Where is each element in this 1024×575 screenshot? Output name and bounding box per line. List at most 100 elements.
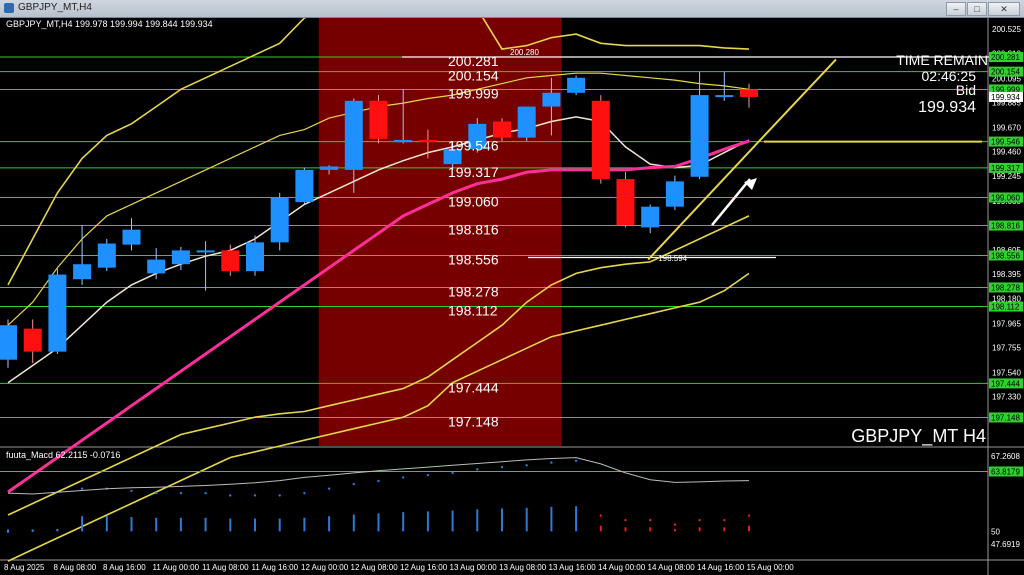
- bear-candle: [740, 89, 758, 97]
- time-tick-label: 12 Aug 08:00: [351, 563, 399, 572]
- bear-candle: [616, 179, 635, 226]
- macd-tick-label: 50: [991, 527, 1000, 536]
- macd-signal-dot: [56, 528, 59, 532]
- bull-candle: [567, 77, 586, 93]
- macd-signal-dot: [698, 518, 701, 522]
- level-label: 198.556: [448, 251, 499, 267]
- macd-tick-label: 47.6919: [991, 540, 1020, 549]
- time-tick-label: 13 Aug 16:00: [549, 563, 597, 572]
- level-price-tag-text: 198.816: [991, 222, 1020, 231]
- time-tick-label: 11 Aug 08:00: [202, 563, 249, 572]
- price-tick-label: 197.965: [992, 319, 1021, 328]
- bull-candle: [48, 274, 67, 352]
- macd-signal-dot: [624, 518, 627, 522]
- price-annotation: 198.594: [658, 254, 687, 263]
- level-price-tag-text: 199.934: [991, 93, 1020, 102]
- highlighted-session: [318, 18, 562, 446]
- level-price-tag-text: 197.444: [991, 379, 1020, 388]
- level-price-tag-text: 198.112: [991, 303, 1020, 312]
- price-tick-label: 199.245: [992, 172, 1021, 181]
- macd-signal-dot: [352, 482, 355, 486]
- macd-signal-dot: [550, 461, 553, 464]
- time-tick-label: 12 Aug 16:00: [400, 563, 448, 572]
- level-price-tag-text: 198.278: [991, 283, 1020, 292]
- time-tick-label: 12 Aug 00:00: [301, 563, 349, 572]
- level-label: 197.148: [448, 413, 499, 429]
- macd-signal-dot: [229, 494, 232, 497]
- macd-signal-dot: [599, 514, 602, 517]
- macd-signal-dot: [6, 530, 10, 534]
- macd-signal-dot: [574, 459, 578, 462]
- time-tick-label: 13 Aug 08:00: [499, 563, 547, 572]
- macd-signal-dot: [80, 487, 84, 490]
- level-label: 198.112: [448, 303, 498, 319]
- time-remain-label: TIME REMAIN: [896, 52, 988, 68]
- level-label: 199.060: [448, 193, 499, 209]
- symbol-watermark: GBPJPY_MT H4: [851, 426, 986, 447]
- mt4-chart-window: GBPJPY_MT,H4 – □ ✕ 200.281 200.154 199.999…: [0, 0, 1024, 575]
- macd-signal-dot: [476, 468, 479, 471]
- bull-candle: [171, 250, 190, 265]
- level-label: 200.281: [448, 53, 499, 69]
- window-title: GBPJPY_MT,H4: [18, 2, 92, 13]
- macd-signal-dot: [426, 473, 430, 477]
- price-tick-label: 197.540: [992, 368, 1021, 377]
- macd-signal-dot: [402, 476, 405, 479]
- bull-candle: [295, 169, 314, 203]
- window-titlebar[interactable]: GBPJPY_MT,H4 – □ ✕: [0, 0, 1024, 18]
- time-tick-label: 13 Aug 00:00: [450, 563, 498, 572]
- time-tick-label: 8 Aug 2025: [4, 563, 45, 572]
- macd-signal-dot: [673, 523, 677, 526]
- price-tick-label: 199.460: [992, 147, 1021, 156]
- macd-tick-label: 67.2608: [991, 452, 1020, 461]
- macd-indicator-label: fuuta_Macd 62.2115 -0.0716: [6, 450, 120, 460]
- price-tick-label: 198.395: [992, 270, 1021, 279]
- close-button[interactable]: ✕: [988, 2, 1020, 16]
- time-tick-label: 14 Aug 08:00: [648, 563, 696, 572]
- chart-info-line: GBPJPY_MT,H4 199.978 199.994 199.844 199…: [6, 19, 213, 29]
- level-label: 199.546: [448, 138, 499, 154]
- level-label: 199.317: [448, 164, 499, 180]
- price-tick-label: 200.525: [992, 25, 1021, 34]
- macd-signal-dot: [179, 491, 183, 495]
- bull-candle: [97, 243, 116, 268]
- macd-signal-dot: [451, 471, 454, 475]
- minimize-button[interactable]: –: [946, 2, 966, 16]
- level-label: 199.999: [448, 85, 499, 101]
- macd-signal-dot: [500, 465, 504, 469]
- macd-signal-dot: [525, 464, 528, 467]
- macd-signal-dot: [303, 491, 306, 495]
- bull-candle: [542, 92, 561, 107]
- bull-candle: [665, 181, 684, 207]
- macd-signal-dot: [204, 491, 207, 495]
- macd-signal-dot: [130, 489, 133, 493]
- bull-candle: [246, 242, 264, 272]
- macd-tick-label: 63.8179: [991, 467, 1020, 476]
- bull-candle: [344, 100, 363, 170]
- time-tick-label: 14 Aug 16:00: [697, 563, 745, 572]
- bull-candle: [270, 197, 289, 243]
- bear-candle: [221, 250, 240, 272]
- bid-value: 199.934: [918, 99, 976, 116]
- maximize-button[interactable]: □: [967, 2, 987, 16]
- price-chart[interactable]: 200.281200.154199.999 199.546 199.317 199.0…: [0, 18, 1024, 575]
- macd-signal-dot: [377, 479, 380, 483]
- bull-candle: [690, 95, 709, 177]
- level-price-tag-text: 198.556: [991, 251, 1020, 260]
- macd-signal-dot: [747, 514, 751, 517]
- bull-candle: [320, 166, 339, 170]
- time-tick-label: 11 Aug 16:00: [252, 563, 299, 572]
- price-annotation: 200.280: [510, 48, 539, 57]
- macd-signal-dot: [155, 491, 158, 495]
- level-label: 198.816: [448, 222, 499, 238]
- macd-signal-dot: [253, 494, 257, 497]
- bull-candle: [517, 106, 536, 138]
- level-price-tag-text: 199.060: [991, 193, 1020, 202]
- time-tick-label: 14 Aug 00:00: [598, 563, 646, 572]
- level-label: 200.154: [448, 68, 499, 84]
- time-tick-label: 11 Aug 00:00: [153, 563, 200, 572]
- bid-label: Bid: [956, 82, 976, 98]
- bull-candle: [641, 206, 660, 228]
- bull-candle: [196, 250, 215, 253]
- bear-candle: [369, 100, 388, 139]
